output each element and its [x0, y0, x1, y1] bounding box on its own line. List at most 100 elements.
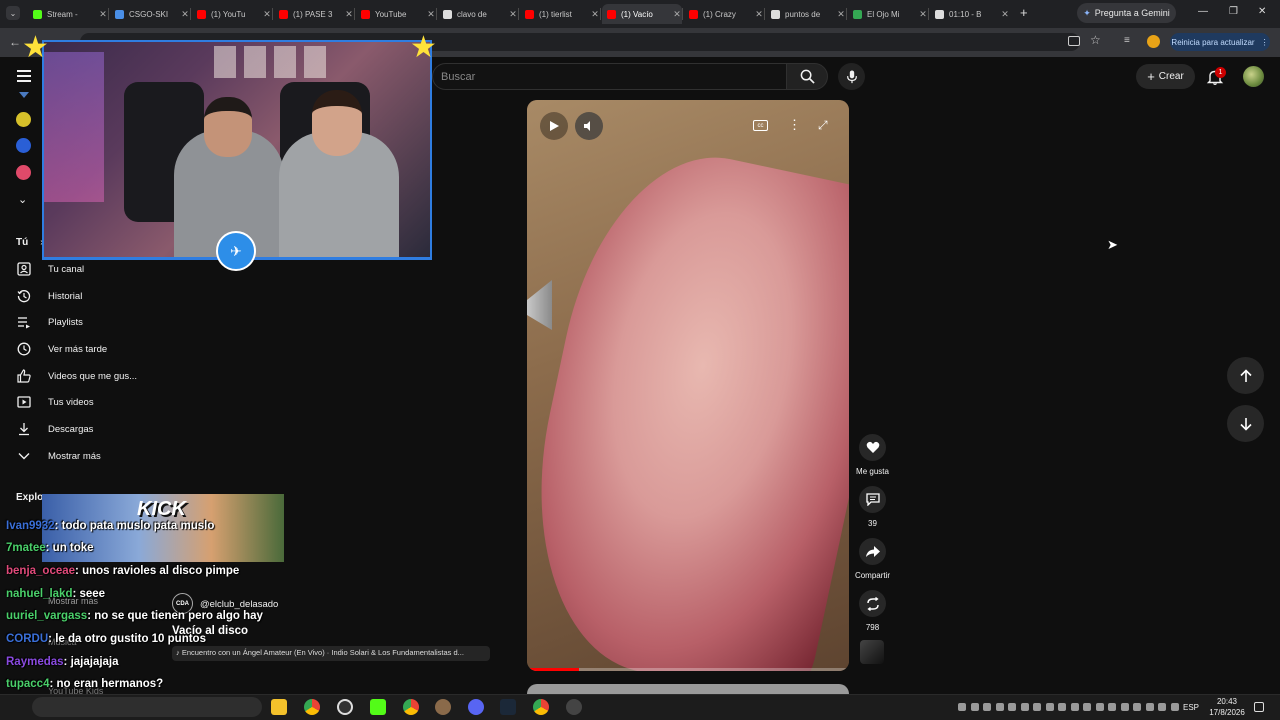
music-ticker[interactable]: ♪ Encuentro con un Ángel Amateur (En Viv…: [172, 646, 490, 661]
obs-icon[interactable]: [337, 699, 353, 715]
play-button[interactable]: [540, 112, 568, 140]
sidebar-item-playlists[interactable]: Playlists: [14, 312, 83, 332]
notification-center-icon[interactable]: [1254, 702, 1264, 712]
tab-close-icon[interactable]: ✕: [262, 9, 272, 20]
browser-tab[interactable]: YouTube ✕: [356, 4, 436, 24]
browser-tab[interactable]: Stream - ✕: [28, 4, 108, 24]
tray-icon[interactable]: [1083, 703, 1091, 711]
sidebar-item-mostrar-más[interactable]: Mostrar más: [14, 446, 101, 466]
browser-tab[interactable]: (1) Vacío ✕: [602, 4, 682, 24]
subscriptions-chevron-down-icon[interactable]: ⌄: [18, 193, 27, 206]
tray-icon[interactable]: [1045, 703, 1054, 711]
tray-icon[interactable]: [1170, 703, 1179, 711]
file-explorer-icon[interactable]: [271, 699, 287, 715]
sidebar-item-tus-videos[interactable]: Tus videos: [14, 392, 94, 412]
sidebar-item-tu-canal[interactable]: Tu canal: [14, 259, 84, 279]
captions-button[interactable]: cc: [753, 120, 768, 131]
tray-icon[interactable]: [995, 703, 1004, 711]
sidebar-item-historial[interactable]: Historial: [14, 286, 82, 306]
browser-tab[interactable]: clavo de ✕: [438, 4, 518, 24]
search-button[interactable]: [786, 63, 828, 90]
bookmark-star-icon[interactable]: ☆: [1090, 33, 1101, 47]
app-icon-2[interactable]: [566, 699, 582, 715]
browser-tab[interactable]: 01:10 - B ✕: [930, 4, 1010, 24]
browser-tab[interactable]: puntos de ✕: [766, 4, 846, 24]
browser-tab[interactable]: CSGO-SKI ✕: [110, 4, 190, 24]
like-button[interactable]: [859, 434, 886, 461]
chrome-icon[interactable]: [304, 699, 320, 715]
gemini-button[interactable]: ✦ Pregunta a Gemini: [1077, 3, 1176, 23]
user-avatar[interactable]: [1243, 66, 1264, 87]
app-icon[interactable]: [435, 699, 451, 715]
tab-close-icon[interactable]: ✕: [426, 9, 436, 20]
tray-icon[interactable]: [958, 703, 966, 711]
tab-close-icon[interactable]: ✕: [508, 9, 518, 20]
share-button[interactable]: [859, 538, 886, 565]
tray-icon[interactable]: [1020, 703, 1029, 711]
tray-icon[interactable]: [1120, 703, 1129, 711]
tab-close-icon[interactable]: ✕: [590, 9, 600, 20]
tray-icon[interactable]: [1070, 703, 1079, 711]
tray-icon[interactable]: [1108, 703, 1116, 711]
you-section-label[interactable]: Tú›: [16, 237, 44, 248]
profile-icon[interactable]: [1147, 35, 1160, 48]
clock-time[interactable]: 20:43: [1212, 697, 1242, 706]
language-indicator[interactable]: ESP: [1183, 703, 1199, 712]
tray-icon[interactable]: [1158, 703, 1166, 711]
sidebar-item-descargas[interactable]: Descargas: [14, 419, 93, 439]
short-video-player[interactable]: cc ⋮ ⤢: [527, 100, 849, 671]
tab-close-icon[interactable]: ✕: [672, 9, 682, 20]
remix-button[interactable]: [859, 590, 886, 617]
menu-icon[interactable]: [17, 70, 31, 82]
sidebar-item-videos-que-me-gus[interactable]: Videos que me gus...: [14, 366, 137, 386]
search-input[interactable]: Buscar: [432, 63, 786, 90]
tray-icon[interactable]: [983, 703, 991, 711]
tab-search-button[interactable]: ⌄: [6, 6, 20, 20]
browser-tab[interactable]: (1) YouTu ✕: [192, 4, 272, 24]
tab-close-icon[interactable]: ✕: [180, 9, 190, 20]
discord-icon[interactable]: [468, 699, 484, 715]
tab-close-icon[interactable]: ✕: [918, 9, 928, 20]
install-app-icon[interactable]: [1068, 36, 1080, 46]
tray-icon[interactable]: [1008, 703, 1016, 711]
sidebar-item-ver-más-tarde[interactable]: Ver más tarde: [14, 339, 107, 359]
browser-tab[interactable]: El Ojo Mi ✕: [848, 4, 928, 24]
comments-button[interactable]: [859, 486, 886, 513]
taskbar-search-box[interactable]: [32, 697, 262, 717]
sidebar-icon-faded[interactable]: [19, 92, 29, 98]
browser-tab[interactable]: (1) PASE 3 ✕: [274, 4, 354, 24]
steam-icon[interactable]: [500, 699, 516, 715]
tab-close-icon[interactable]: ✕: [98, 9, 108, 20]
next-short-button[interactable]: [1227, 405, 1264, 442]
tray-icon[interactable]: [1058, 703, 1066, 711]
previous-short-button[interactable]: [1227, 357, 1264, 394]
create-button[interactable]: + Crear: [1136, 64, 1195, 89]
tray-icon[interactable]: [1033, 703, 1041, 711]
close-window-button[interactable]: ✕: [1258, 6, 1266, 17]
new-tab-button[interactable]: +: [1020, 5, 1028, 20]
subscription-avatar[interactable]: [16, 112, 31, 127]
channel-handle[interactable]: @elclub_delasado: [200, 599, 278, 610]
tab-close-icon[interactable]: ✕: [754, 9, 764, 20]
tray-icon[interactable]: [1145, 703, 1154, 711]
sound-thumbnail[interactable]: [860, 640, 884, 664]
chrome-profile-icon[interactable]: [403, 699, 419, 715]
subscription-avatar[interactable]: [16, 165, 31, 180]
restore-button[interactable]: ❐: [1229, 6, 1238, 17]
minimize-button[interactable]: —: [1198, 6, 1208, 17]
back-button[interactable]: ←: [9, 35, 21, 49]
progress-track[interactable]: [527, 668, 849, 671]
tray-icon[interactable]: [1095, 703, 1104, 711]
tray-icon[interactable]: [970, 703, 979, 711]
mute-button[interactable]: [575, 112, 603, 140]
subscription-avatar[interactable]: [16, 138, 31, 153]
more-options-icon[interactable]: ⋮: [788, 117, 801, 133]
tab-close-icon[interactable]: ✕: [836, 9, 846, 20]
browser-tab[interactable]: (1) Crazy ✕: [684, 4, 764, 24]
browser-tab[interactable]: (1) tierlist ✕: [520, 4, 600, 24]
reading-list-icon[interactable]: ≡: [1124, 35, 1130, 46]
clock-date[interactable]: 17/8/2026: [1202, 708, 1252, 717]
fullscreen-icon[interactable]: ⤢: [818, 118, 828, 133]
voice-search-button[interactable]: [838, 63, 865, 90]
tab-close-icon[interactable]: ✕: [1000, 9, 1010, 20]
